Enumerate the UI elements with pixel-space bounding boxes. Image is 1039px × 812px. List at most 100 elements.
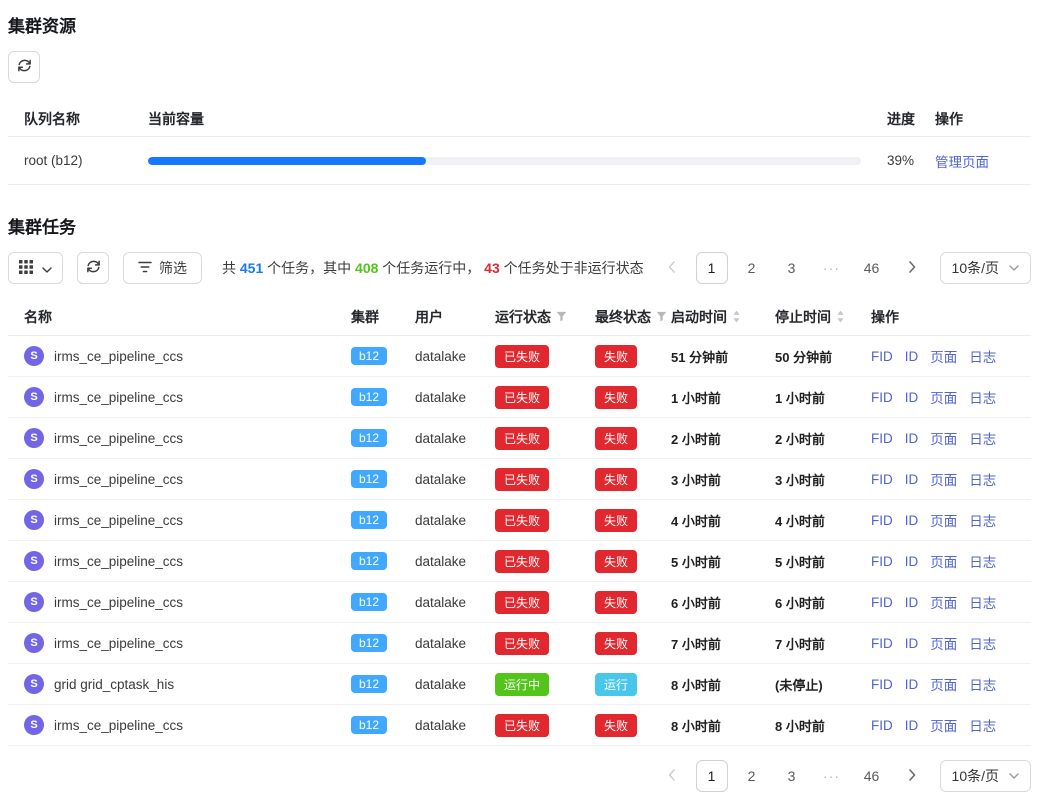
stop-time: 50 分钟前 <box>775 347 871 366</box>
pagination-bottom: 1 2 3 ··· 46 10条/页 <box>656 760 1031 792</box>
header-user: 用户 <box>415 307 495 327</box>
id-link[interactable]: ID <box>905 390 919 405</box>
view-switcher-button[interactable] <box>8 252 63 284</box>
pagination-ellipsis[interactable]: ··· <box>816 252 848 284</box>
task-name: irms_ce_pipeline_ccs <box>54 431 183 446</box>
pagination-page-3[interactable]: 3 <box>776 760 808 792</box>
chevron-left-icon <box>668 260 676 276</box>
pagination-page-1[interactable]: 1 <box>696 760 728 792</box>
log-link[interactable]: 日志 <box>969 633 996 653</box>
id-link[interactable]: ID <box>905 554 919 569</box>
task-user: datalake <box>415 718 495 733</box>
id-link[interactable]: ID <box>905 595 919 610</box>
resource-row: root (b12) 39% 管理页面 <box>8 137 1031 185</box>
id-link[interactable]: ID <box>905 431 919 446</box>
id-link[interactable]: ID <box>905 718 919 733</box>
run-status-badge: 已失败 <box>495 632 549 655</box>
pagination-prev[interactable] <box>656 252 688 284</box>
fid-link[interactable]: FID <box>871 390 893 405</box>
page-link[interactable]: 页面 <box>930 592 957 612</box>
page-link[interactable]: 页面 <box>930 387 957 407</box>
resources-refresh-button[interactable] <box>8 51 40 83</box>
cluster-badge: b12 <box>351 347 387 365</box>
final-status-badge: 失败 <box>595 591 637 614</box>
sort-icon[interactable] <box>732 310 741 323</box>
pagination-page-2[interactable]: 2 <box>736 252 768 284</box>
log-link[interactable]: 日志 <box>969 674 996 694</box>
id-link[interactable]: ID <box>905 349 919 364</box>
log-link[interactable]: 日志 <box>969 715 996 735</box>
filter-button[interactable]: 筛选 <box>123 252 202 284</box>
pagination-page-1[interactable]: 1 <box>696 252 728 284</box>
cluster-badge: b12 <box>351 470 387 488</box>
start-time: 51 分钟前 <box>671 347 775 366</box>
task-name: irms_ce_pipeline_ccs <box>54 513 183 528</box>
page-link[interactable]: 页面 <box>930 469 957 489</box>
fid-link[interactable]: FID <box>871 513 893 528</box>
log-link[interactable]: 日志 <box>969 346 996 366</box>
id-link[interactable]: ID <box>905 472 919 487</box>
pagination-prev[interactable] <box>656 760 688 792</box>
header-start-time: 启动时间 <box>671 307 727 327</box>
progress-percent: 39% <box>887 153 935 168</box>
pagination-ellipsis[interactable]: ··· <box>816 760 848 792</box>
log-link[interactable]: 日志 <box>969 510 996 530</box>
fid-link[interactable]: FID <box>871 472 893 487</box>
cluster-badge: b12 <box>351 388 387 406</box>
page-link[interactable]: 页面 <box>930 674 957 694</box>
fid-link[interactable]: FID <box>871 349 893 364</box>
task-name: irms_ce_pipeline_ccs <box>54 472 183 487</box>
tasks-refresh-button[interactable] <box>77 252 109 284</box>
tasks-section-title: 集群任务 <box>8 213 1031 238</box>
funnel-icon[interactable] <box>656 311 667 322</box>
resources-table: 队列名称 当前容量 进度 操作 root (b12) 39% 管理页面 <box>8 101 1031 185</box>
page-link[interactable]: 页面 <box>930 633 957 653</box>
task-user: datalake <box>415 513 495 528</box>
pagination-page-3[interactable]: 3 <box>776 252 808 284</box>
fid-link[interactable]: FID <box>871 636 893 651</box>
pagination-next[interactable] <box>896 760 928 792</box>
cluster-badge: b12 <box>351 716 387 734</box>
cluster-badge: b12 <box>351 429 387 447</box>
log-link[interactable]: 日志 <box>969 387 996 407</box>
tasks-table: 名称 集群 用户 运行状态 最终状态 <box>8 298 1031 746</box>
id-link[interactable]: ID <box>905 513 919 528</box>
final-status-badge: 运行 <box>595 673 637 696</box>
page-link[interactable]: 页面 <box>930 428 957 448</box>
fid-link[interactable]: FID <box>871 431 893 446</box>
page-size-select[interactable]: 10条/页 <box>940 252 1031 284</box>
page-link[interactable]: 页面 <box>930 510 957 530</box>
fid-link[interactable]: FID <box>871 554 893 569</box>
id-link[interactable]: ID <box>905 677 919 692</box>
manage-page-link[interactable]: 管理页面 <box>935 155 989 170</box>
pagination-next[interactable] <box>896 252 928 284</box>
page-link[interactable]: 页面 <box>930 551 957 571</box>
log-link[interactable]: 日志 <box>969 592 996 612</box>
page-link[interactable]: 页面 <box>930 715 957 735</box>
id-link[interactable]: ID <box>905 636 919 651</box>
chevron-right-icon <box>908 260 916 276</box>
refresh-icon <box>17 58 32 76</box>
pagination-page-2[interactable]: 2 <box>736 760 768 792</box>
log-link[interactable]: 日志 <box>969 428 996 448</box>
page-link[interactable]: 页面 <box>930 346 957 366</box>
pagination-page-46[interactable]: 46 <box>856 252 888 284</box>
table-row: S irms_ce_pipeline_ccs b12 datalake 已失败 … <box>8 541 1031 582</box>
log-link[interactable]: 日志 <box>969 469 996 489</box>
pagination-page-46[interactable]: 46 <box>856 760 888 792</box>
log-link[interactable]: 日志 <box>969 551 996 571</box>
start-time: 3 小时前 <box>671 470 775 489</box>
fid-link[interactable]: FID <box>871 677 893 692</box>
run-status-badge: 已失败 <box>495 509 549 532</box>
fid-link[interactable]: FID <box>871 718 893 733</box>
page-size-select[interactable]: 10条/页 <box>940 760 1031 792</box>
summary-text: 个任务，其中 <box>263 260 355 276</box>
chevron-left-icon <box>668 768 676 784</box>
funnel-icon[interactable] <box>556 311 567 322</box>
sort-icon[interactable] <box>836 310 845 323</box>
stop-time: 7 小时前 <box>775 634 871 653</box>
avatar: S <box>24 592 44 612</box>
total-task-count: 451 <box>240 260 263 276</box>
tasks-summary: 共 451 个任务，其中 408 个任务运行中， 43 个任务处于非运行状态 <box>222 258 644 278</box>
fid-link[interactable]: FID <box>871 595 893 610</box>
